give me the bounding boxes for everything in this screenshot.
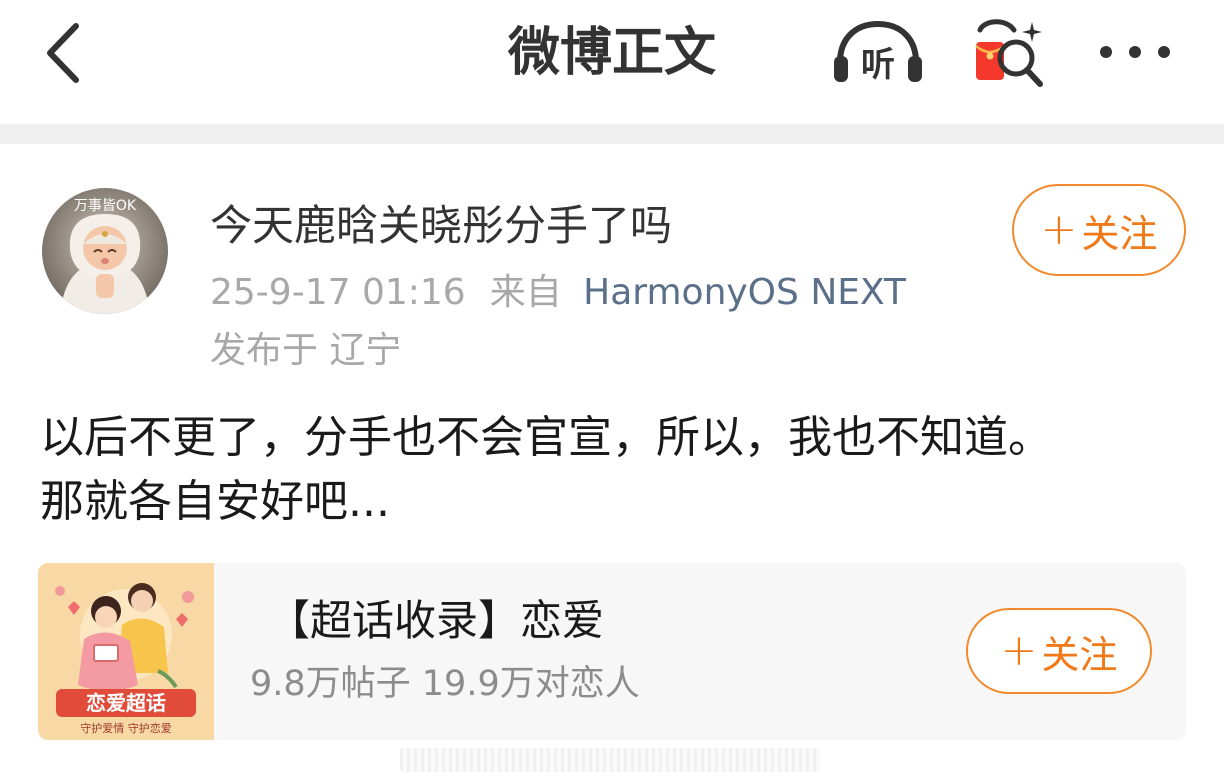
plus-icon: +: [1000, 625, 1038, 676]
section-divider: [0, 124, 1224, 144]
topic-card[interactable]: 恋爱超话 守护爱情 守护恋爱 【超话收录】恋爱 9.8万帖子 19.9万对恋人 …: [38, 563, 1186, 740]
scroll-fade-strip: [400, 748, 820, 772]
follow-author-button[interactable]: + 关注: [1012, 184, 1186, 276]
thumb-subcaption: 守护爱情 守护恋爱: [80, 721, 172, 735]
red-envelope-search-icon: [975, 19, 1043, 87]
post-content-line: 以后不更了，分手也不会官宣，所以，我也不知道。: [40, 412, 1052, 463]
post-content: 以后不更了，分手也不会官宣，所以，我也不知道。 那就各自安好吧...: [40, 406, 1190, 534]
thumb-caption: 恋爱超话: [86, 691, 166, 715]
author-name[interactable]: 今天鹿晗关晓彤分手了吗: [210, 198, 672, 254]
top-nav-bar: 微博正文 听: [0, 0, 1224, 124]
avatar-caption: 万事皆OK: [74, 198, 137, 214]
red-envelope-button[interactable]: [970, 16, 1050, 88]
post-location: 发布于 辽宁: [210, 330, 402, 371]
back-chevron-icon: [47, 23, 79, 83]
follow-label: 关注: [1041, 632, 1118, 677]
post-meta: 25-9-17 01:16 来自 HarmonyOS NEXT: [210, 268, 906, 318]
more-button[interactable]: [1094, 16, 1176, 88]
follow-topic-button[interactable]: + 关注: [966, 608, 1152, 694]
post-source-link[interactable]: HarmonyOS NEXT: [583, 272, 906, 313]
post-content-line: 那就各自安好吧...: [40, 476, 390, 527]
source-label: 来自: [489, 272, 562, 313]
listen-headphones-icon: 听: [834, 20, 922, 85]
post-timestamp: 25-9-17 01:16: [210, 272, 466, 313]
topic-thumbnail: 恋爱超话 守护爱情 守护恋爱: [38, 563, 214, 740]
listen-button[interactable]: 听: [828, 16, 928, 88]
topic-stats: 9.8万帖子 19.9万对恋人: [250, 664, 640, 704]
more-dots-icon: [1100, 46, 1170, 58]
author-avatar[interactable]: 万事皆OK: [42, 188, 168, 314]
follow-label: 关注: [1081, 211, 1158, 256]
back-button[interactable]: [36, 18, 96, 88]
listen-glyph: 听: [861, 45, 895, 85]
plus-icon: +: [1040, 204, 1078, 255]
topic-title: 【超话收录】恋爱: [268, 596, 605, 645]
